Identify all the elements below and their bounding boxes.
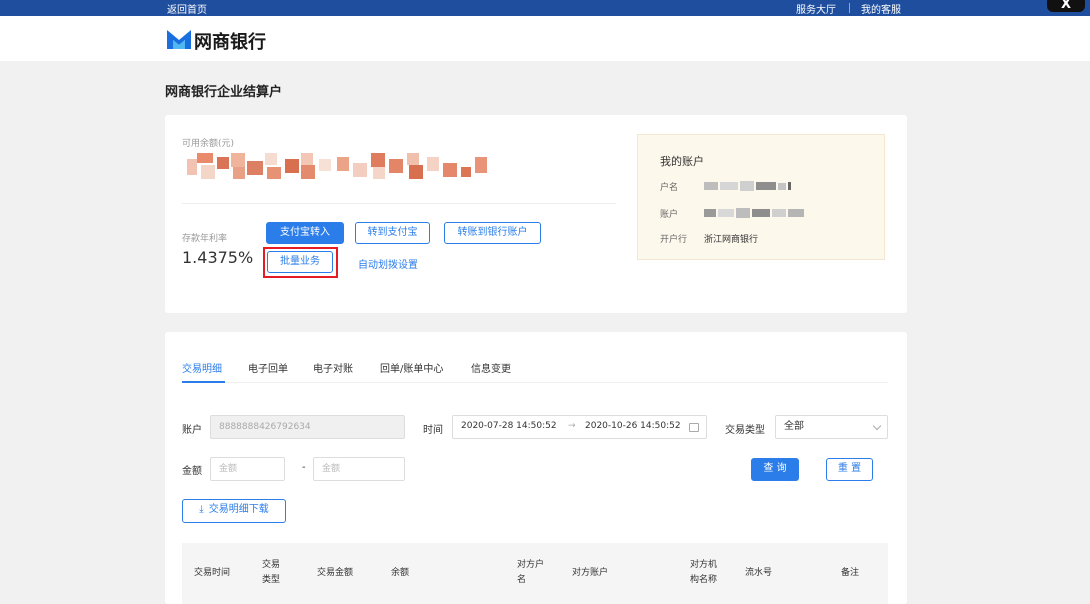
download-label: 交易明细下载 xyxy=(208,504,269,515)
chevron-down-icon xyxy=(872,421,882,431)
interest-rate-label: 存款年利率 xyxy=(182,234,228,244)
table-header: 交易时间 交易 类型 交易金额 余额 对方户名 对方账户 对方机 构名称 流水号 备… xyxy=(182,543,888,604)
date-start: 2020-07-28 14:50:52 xyxy=(461,421,557,431)
account-number-label: 账户 xyxy=(660,210,679,220)
date-end: 2020-10-26 14:50:52 xyxy=(585,421,681,431)
topbar-divider xyxy=(849,3,850,13)
highlight-box xyxy=(263,247,338,278)
amount-filter-label: 金额 xyxy=(182,466,202,477)
page-title: 网商银行企业结算户 xyxy=(165,85,283,100)
interest-rate-value: 1.4375% xyxy=(182,248,254,267)
account-summary-card: 可用余额(元) 存款年利率 1.4375% 支付宝转入 转到支付宝 转账到银行账… xyxy=(165,115,907,313)
tab-receipt-statement-center[interactable]: 回单/账单中心 xyxy=(380,360,443,375)
tab-bar: 交易明细 电子回单 电子对账 回单/账单中心 信息变更 xyxy=(182,360,888,383)
calendar-icon xyxy=(689,423,699,432)
transaction-type-value: 全部 xyxy=(784,421,804,432)
col-serial-number: 流水号 xyxy=(745,568,773,578)
tab-electronic-reconciliation[interactable]: 电子对账 xyxy=(313,360,353,375)
alipay-transfer-in-button[interactable]: 支付宝转入 xyxy=(266,222,344,244)
close-button[interactable]: X xyxy=(1047,0,1085,12)
transactions-card: 交易明细 电子回单 电子对账 回单/账单中心 信息变更 账户 时间 2020-0… xyxy=(165,332,907,604)
logo-icon xyxy=(167,30,191,49)
amount-min-input[interactable] xyxy=(210,457,285,481)
tab-electronic-receipt[interactable]: 电子回单 xyxy=(248,360,288,375)
service-hall-link[interactable]: 服务大厅 xyxy=(796,1,836,16)
col-transaction-amount: 交易金额 xyxy=(317,568,354,578)
arrow-right-icon: → xyxy=(568,421,576,431)
opening-bank-value: 浙江网商银行 xyxy=(704,235,759,245)
section-divider xyxy=(182,203,616,204)
balance-label: 可用余额(元) xyxy=(182,139,235,149)
col-counterparty-institution: 对方机 构名称 xyxy=(690,560,718,585)
account-name-masked xyxy=(704,181,791,191)
col-balance: 余额 xyxy=(391,568,410,578)
my-account-title: 我的账户 xyxy=(660,155,704,168)
account-name-label: 户名 xyxy=(660,183,679,193)
top-bar: 返回首页 服务大厅 我的客服 xyxy=(0,0,1090,16)
col-remark: 备注 xyxy=(841,568,860,578)
tab-info-change[interactable]: 信息变更 xyxy=(471,360,511,375)
transfer-to-bank-button[interactable]: 转账到银行账户 xyxy=(444,222,541,244)
download-icon: ⤓ xyxy=(199,504,204,515)
my-account-box: 我的账户 户名 账户 开户行 浙江网商银行 xyxy=(637,134,885,260)
col-transaction-type: 交易 类型 xyxy=(262,560,281,585)
account-number-masked xyxy=(704,208,804,218)
logo-text: 网商银行 xyxy=(194,32,266,53)
active-tab-indicator xyxy=(182,381,225,383)
range-separator: - xyxy=(302,462,306,473)
col-counterparty-name: 对方户名 xyxy=(517,560,545,585)
col-transaction-time: 交易时间 xyxy=(194,568,231,578)
amount-max-input[interactable] xyxy=(313,457,405,481)
date-range-picker[interactable]: 2020-07-28 14:50:52 → 2020-10-26 14:50:5… xyxy=(452,415,707,439)
col-counterparty-account: 对方账户 xyxy=(572,568,609,578)
back-home-link[interactable]: 返回首页 xyxy=(167,1,207,16)
transaction-type-select[interactable]: 全部 xyxy=(775,415,888,439)
account-input xyxy=(210,415,405,439)
time-filter-label: 时间 xyxy=(423,425,443,436)
transfer-to-alipay-button[interactable]: 转到支付宝 xyxy=(355,222,430,244)
auto-transfer-settings-link[interactable]: 自动划拨设置 xyxy=(358,256,418,271)
query-button[interactable]: 查 询 xyxy=(751,458,799,481)
balance-masked xyxy=(187,153,487,179)
transaction-type-label: 交易类型 xyxy=(725,425,765,436)
account-filter-label: 账户 xyxy=(182,425,202,436)
tab-transaction-details[interactable]: 交易明细 xyxy=(182,360,222,375)
reset-button[interactable]: 重 置 xyxy=(826,458,873,481)
download-details-button[interactable]: ⤓ 交易明细下载 xyxy=(182,499,286,523)
header: 网商银行 xyxy=(0,16,1090,61)
opening-bank-label: 开户行 xyxy=(660,235,688,245)
my-service-link[interactable]: 我的客服 xyxy=(861,1,901,16)
